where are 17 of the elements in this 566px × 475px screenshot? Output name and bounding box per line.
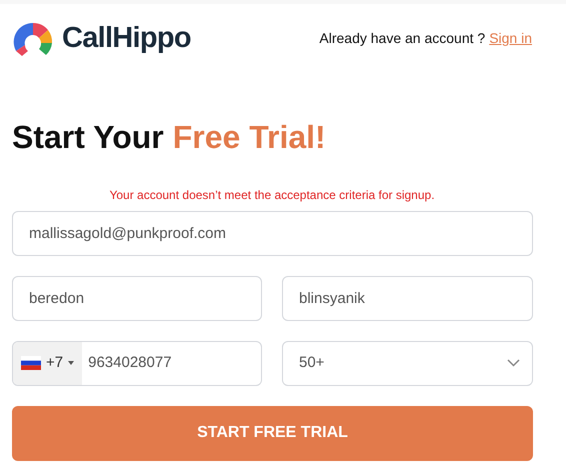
chevron-down-icon <box>507 359 520 367</box>
first-name-field[interactable]: beredon <box>12 276 262 320</box>
heading: Start Your <box>12 118 164 156</box>
team-size-select[interactable]: 50+ <box>282 340 533 386</box>
caret-icon <box>68 361 74 365</box>
phone-input[interactable]: 9634028077 <box>82 342 261 384</box>
logo-icon <box>12 20 54 57</box>
phone-field[interactable]: +7 9634028077 <box>12 340 262 386</box>
dial-code: +7 <box>46 352 64 373</box>
flag-icon <box>21 356 41 370</box>
last-name-field[interactable]: blinsyanik <box>282 276 533 320</box>
email-field[interactable]: mallissagold@punkproof.com <box>12 210 533 256</box>
brand-name: CallHippo <box>62 21 191 56</box>
heading-highlight: Free Trial! <box>172 118 326 156</box>
sign-in-prompt: Already have an account ? <box>319 29 486 48</box>
error-message: Your account doesn’t meet the acceptance criteria for signup. <box>109 188 435 202</box>
country-selector[interactable]: +7 <box>13 342 82 384</box>
